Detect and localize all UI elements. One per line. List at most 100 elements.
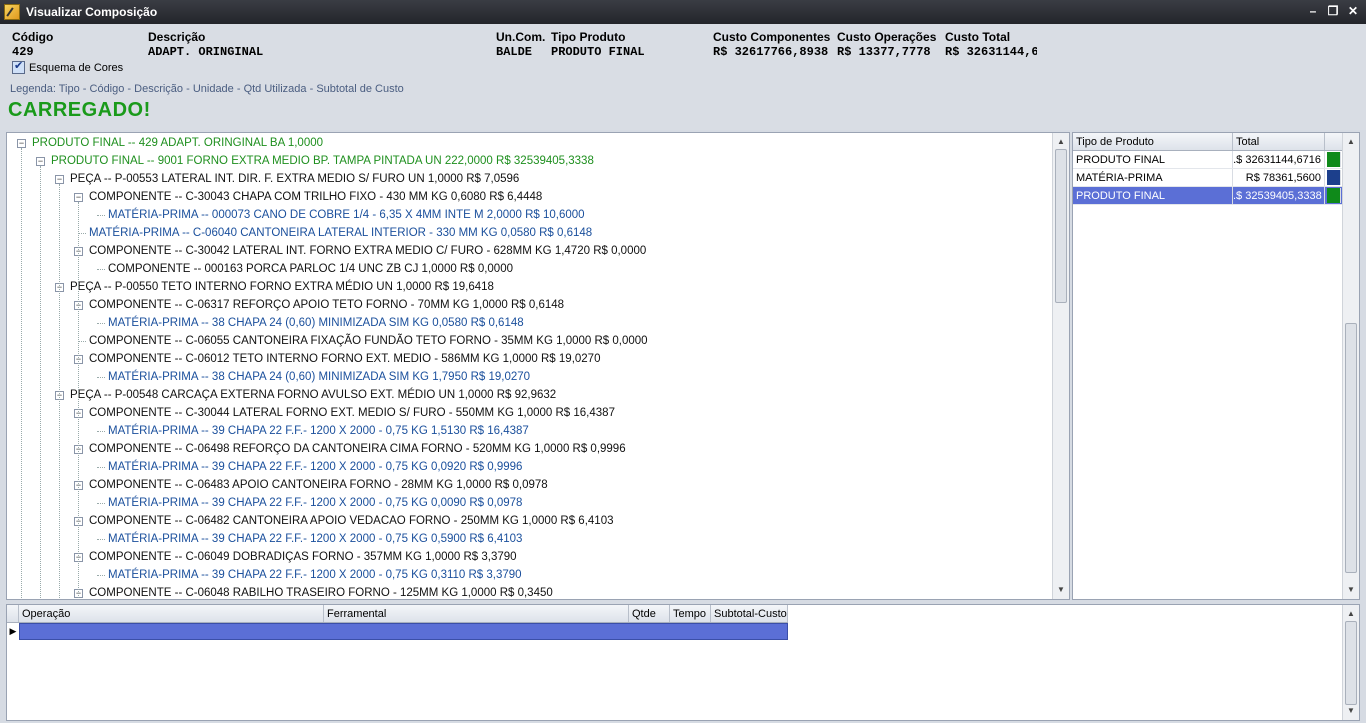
custo-operacoes-value: R$ 13377,7778 — [837, 45, 931, 59]
composition-header: Código 429 Descrição ADAPT. ORINGINAL Un… — [0, 24, 1366, 130]
custo-total-field: Custo Total R$ 32631144,67 — [945, 30, 1037, 59]
ops-col-ferramental[interactable]: Ferramental — [324, 605, 629, 622]
ops-col-qtde[interactable]: Qtde — [629, 605, 670, 622]
descricao-field: Descrição ADAPT. ORINGINAL — [148, 30, 488, 59]
scroll-down-icon[interactable]: ▼ — [1053, 583, 1069, 597]
uncom-field: Un.Com. BALDE — [496, 30, 550, 59]
tipo-produto-value: PRODUTO FINAL — [551, 45, 645, 59]
tree-node-label: MATÉRIA-PRIMA -- 38 CHAPA 24 (0,60) MINI… — [108, 317, 524, 329]
tree-node-label: MATÉRIA-PRIMA -- 000073 CANO DE COBRE 1/… — [108, 209, 585, 221]
restore-icon[interactable]: ❐ — [1326, 4, 1340, 18]
summary-tipo: PRODUTO FINAL — [1073, 187, 1233, 204]
tree-node-label: COMPONENTE -- C-06048 RABILHO TRASEIRO F… — [89, 587, 553, 599]
tree-connector — [97, 575, 105, 576]
custo-operacoes-field: Custo Operações R$ 13377,7778 — [837, 30, 943, 59]
codigo-value: 429 — [12, 45, 34, 59]
tree-node-label: MATÉRIA-PRIMA -- 38 CHAPA 24 (0,60) MINI… — [108, 371, 531, 383]
tipo-produto-label: Tipo Produto — [551, 30, 626, 44]
summary-col-tipo[interactable]: Tipo de Produto — [1073, 133, 1233, 150]
ops-col-operacao[interactable]: Operação — [19, 605, 324, 622]
tipo-produto-field: Tipo Produto PRODUTO FINAL — [551, 30, 706, 59]
summary-total: .$ 32631144,6716 — [1233, 151, 1325, 168]
custo-componentes-label: Custo Componentes — [713, 30, 831, 44]
uncom-value: BALDE — [496, 45, 533, 59]
summary-vertical-scrollbar[interactable]: ▲ ▼ — [1342, 133, 1359, 599]
ops-col-tempo[interactable]: Tempo — [670, 605, 711, 622]
tree-connector — [97, 323, 105, 324]
title-bar: Visualizar Composição – ❐ ✕ — [0, 0, 1366, 24]
tree-node-label: PEÇA -- P-00553 LATERAL INT. DIR. F. EXT… — [70, 173, 520, 185]
summary-total: R$ 78361,5600 — [1233, 169, 1325, 186]
window-title: Visualizar Composição — [26, 5, 158, 19]
minimize-icon[interactable]: – — [1306, 4, 1320, 18]
summary-grid: Tipo de Produto Total PRODUTO FINAL .$ 32… — [1073, 133, 1343, 205]
collapse-icon[interactable]: − — [17, 139, 26, 148]
summary-header: Tipo de Produto Total — [1073, 133, 1343, 151]
tree-node-label: COMPONENTE -- C-06055 CANTONEIRA FIXAÇÃO… — [89, 335, 648, 347]
scroll-up-icon[interactable]: ▲ — [1053, 135, 1069, 149]
descricao-label: Descrição — [148, 30, 206, 44]
tree-node-label: MATÉRIA-PRIMA -- 39 CHAPA 22 F.F.- 1200 … — [108, 497, 523, 509]
tree-connector — [97, 539, 105, 540]
scroll-thumb[interactable] — [1345, 323, 1357, 573]
app-window: Visualizar Composição – ❐ ✕ Código 429 D… — [0, 0, 1366, 723]
custo-operacoes-label: Custo Operações — [837, 30, 937, 44]
summary-total: .$ 32539405,3338 — [1233, 187, 1325, 204]
uncom-label: Un.Com. — [496, 30, 546, 44]
tree-connector — [97, 269, 105, 270]
operations-row-selected[interactable] — [19, 623, 788, 640]
tree-node-label: COMPONENTE -- C-06049 DOBRADIÇAS FORNO -… — [89, 551, 517, 563]
summary-row[interactable]: PRODUTO FINAL .$ 32539405,3338 — [1073, 187, 1343, 205]
scroll-thumb[interactable] — [1055, 149, 1067, 303]
close-icon[interactable]: ✕ — [1346, 4, 1360, 18]
tree-connector — [97, 431, 105, 432]
summary-tipo: MATÉRIA-PRIMA — [1073, 169, 1233, 186]
tree-node-label: PEÇA -- P-00548 CARCAÇA EXTERNA FORNO AV… — [70, 389, 557, 401]
tree-node-label: PEÇA -- P-00550 TETO INTERNO FORNO EXTRA… — [70, 281, 494, 293]
tree-connector — [97, 467, 105, 468]
summary-panel: Tipo de Produto Total PRODUTO FINAL .$ 32… — [1072, 132, 1360, 600]
custo-componentes-value: R$ 32617766,8938 — [713, 45, 829, 59]
operations-vertical-scrollbar[interactable]: ▲ ▼ — [1342, 605, 1359, 720]
summary-col-total[interactable]: Total — [1233, 133, 1325, 150]
tree-node-label: MATÉRIA-PRIMA -- C-06040 CANTONEIRA LATE… — [89, 227, 593, 239]
tree-guide-line — [59, 184, 60, 599]
row-pointer-icon: ▶ — [9, 626, 17, 636]
tree-node-label: MATÉRIA-PRIMA -- 39 CHAPA 22 F.F.- 1200 … — [108, 569, 522, 581]
collapse-icon[interactable]: − — [36, 157, 45, 166]
summary-row[interactable]: MATÉRIA-PRIMA R$ 78361,5600 — [1073, 169, 1343, 187]
summary-row[interactable]: PRODUTO FINAL .$ 32631144,6716 — [1073, 151, 1343, 169]
collapse-icon[interactable]: − — [74, 193, 83, 202]
summary-rows: PRODUTO FINAL .$ 32631144,6716 MATÉRIA-PRI… — [1073, 151, 1343, 205]
tree-node-label: COMPONENTE -- C-06012 TETO INTERNO FORNO… — [89, 353, 601, 365]
tree-node-label: COMPONENTE -- C-30043 CHAPA COM TRILHO F… — [89, 191, 543, 203]
operations-row[interactable]: ▶ — [7, 623, 788, 640]
operations-header: Operação Ferramental Qtde Tempo Subtotal… — [7, 605, 788, 623]
scroll-up-icon[interactable]: ▲ — [1343, 135, 1359, 149]
custo-total-label: Custo Total — [945, 30, 1011, 44]
tree-node-label: MATÉRIA-PRIMA -- 39 CHAPA 22 F.F.- 1200 … — [108, 461, 523, 473]
tree-vertical-scrollbar[interactable]: ▲ ▼ — [1052, 133, 1069, 599]
esquema-cores-checkbox[interactable]: Esquema de Cores — [12, 59, 124, 74]
window-controls: – ❐ ✕ — [1306, 4, 1360, 18]
scroll-down-icon[interactable]: ▼ — [1343, 583, 1359, 597]
tree-connector — [97, 377, 105, 378]
collapse-icon[interactable]: − — [55, 175, 64, 184]
tree-node-label: PRODUTO FINAL -- 429 ADAPT. ORINGINAL BA… — [32, 137, 324, 149]
tree-node-label: MATÉRIA-PRIMA -- 39 CHAPA 22 F.F.- 1200 … — [108, 425, 529, 437]
summary-color-swatch — [1327, 152, 1341, 167]
tree-connector — [97, 215, 105, 216]
checkbox-checked-icon[interactable] — [12, 59, 25, 74]
tree-node-label: COMPONENTE -- C-06483 APOIO CANTONEIRA F… — [89, 479, 548, 491]
scroll-down-icon[interactable]: ▼ — [1343, 704, 1359, 718]
esquema-cores-label: Esquema de Cores — [29, 61, 124, 74]
scroll-thumb[interactable] — [1345, 621, 1357, 705]
ops-col-subtotal[interactable]: Subtotal-Custo — [711, 605, 788, 622]
composition-tree[interactable]: − PRODUTO FINAL -- 429 ADAPT. ORINGINAL B… — [7, 133, 1053, 599]
tree-guide-line — [78, 202, 79, 599]
scroll-up-icon[interactable]: ▲ — [1343, 607, 1359, 621]
tree-connector — [97, 503, 105, 504]
summary-color-swatch — [1327, 170, 1341, 185]
tree-node-label: COMPONENTE -- 000163 PORCA PARLOC 1/4 UN… — [108, 263, 513, 275]
summary-color-swatch — [1327, 188, 1341, 203]
